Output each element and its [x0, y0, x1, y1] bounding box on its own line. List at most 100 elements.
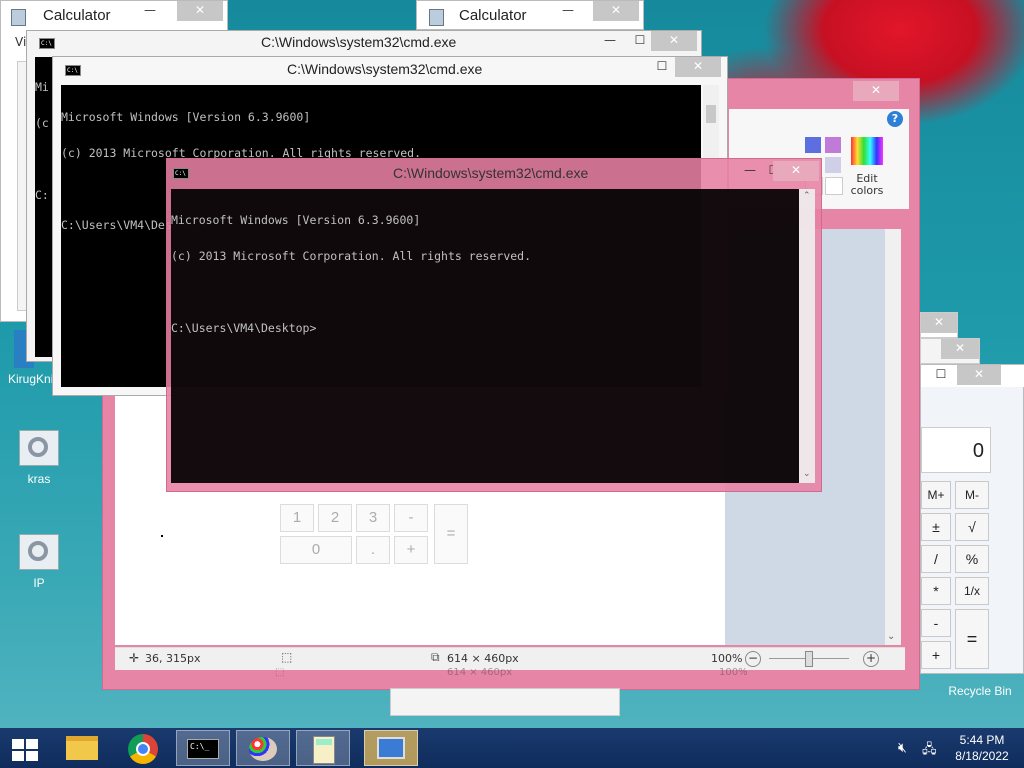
calc-ghost-button: 1 — [280, 504, 314, 532]
folder-icon — [66, 736, 98, 760]
scroll-up-icon[interactable]: ⌃ — [803, 191, 811, 201]
window-title: C:\Windows\system32\cmd.exe — [287, 61, 483, 77]
display-value: 0 — [972, 440, 984, 462]
zoom-in-button[interactable]: + — [863, 651, 879, 667]
calc-button-reciprocal[interactable]: 1/x — [955, 577, 989, 605]
cmd-console-front[interactable]: Microsoft Windows [Version 6.3.9600] (c)… — [171, 189, 799, 483]
edit-colors-label[interactable]: Edit colors — [843, 173, 891, 197]
scroll-down-icon[interactable]: ⌄ — [887, 631, 895, 642]
zoom-out-button[interactable]: − — [745, 651, 761, 667]
close-button[interactable]: ✕ — [675, 57, 721, 77]
taskbar-file-explorer[interactable] — [56, 730, 110, 766]
taskbar-calculator[interactable] — [296, 730, 350, 766]
paint-status-ghost: ⬚ 614 × 460px 100% — [115, 667, 905, 681]
color-swatch[interactable] — [825, 157, 841, 173]
zoom-slider-thumb[interactable] — [805, 651, 813, 667]
canvas-size-ghost: 614 × 460px — [447, 667, 513, 678]
console-line: Microsoft Windows [Version 6.3.9600] — [61, 110, 311, 124]
window-title: Calculator — [459, 7, 527, 24]
close-button[interactable]: ✕ — [853, 81, 899, 101]
cmd-icon: C:\ — [173, 168, 189, 179]
minimize-button[interactable]: — — [545, 1, 591, 21]
console-line: Microsoft Windows [Version 6.3.9600] — [171, 213, 421, 227]
cmd-icon: C:\ — [65, 65, 81, 76]
console-line: C:\Users\VM4\Desktop> — [171, 321, 317, 335]
desktop-icon-recycle-bin[interactable]: Recycle Bin — [940, 684, 1020, 698]
canvas-size: 614 × 460px — [447, 652, 519, 665]
calculator-window-front[interactable]: ☐ ✕ 0 M+ M- ± √ / % * 1/x - = + — [920, 364, 1024, 674]
calc-button-negate[interactable]: ± — [921, 513, 951, 541]
calc-button-equals[interactable]: = — [955, 609, 989, 669]
gear-icon — [19, 430, 59, 466]
close-button[interactable]: ✕ — [651, 31, 697, 51]
minimize-button[interactable]: — — [127, 1, 173, 21]
calc-ghost-button: 3 — [356, 504, 390, 532]
calculator-icon — [11, 9, 26, 26]
taskbar-remote-app[interactable] — [364, 730, 418, 766]
system-clock[interactable]: 5:44 PM 8/18/2022 — [944, 732, 1020, 764]
desktop-icon-label: KirugKni — [8, 372, 54, 386]
window-title: C:\Windows\system32\cmd.exe — [261, 34, 457, 50]
windows-logo-icon — [12, 739, 38, 761]
taskbar-paint[interactable] — [236, 730, 290, 766]
calc-ghost-button: 2 — [318, 504, 352, 532]
taskbar-chrome[interactable] — [116, 730, 170, 766]
start-button[interactable] — [0, 730, 48, 766]
close-button[interactable]: ✕ — [957, 365, 1001, 385]
calc-button-m-minus[interactable]: M- — [955, 481, 989, 509]
color-swatch[interactable] — [805, 137, 821, 153]
desktop-icon-label: kras — [27, 472, 51, 486]
vertical-scrollbar[interactable]: ⌃ ⌄ — [799, 189, 815, 483]
volume-muted-icon[interactable]: 🔇︎ — [898, 740, 907, 756]
scrollbar-thumb[interactable] — [706, 105, 716, 123]
calculator-window-stack-2[interactable]: ✕ — [920, 338, 980, 364]
menu-view[interactable]: Vi — [15, 35, 26, 49]
move-icon: ✛ — [129, 651, 140, 665]
monitor-icon — [377, 737, 405, 759]
calc-button-multiply[interactable]: * — [921, 577, 951, 605]
calc-ghost-button: = — [434, 504, 468, 564]
maximize-button[interactable]: ☐ — [921, 365, 961, 385]
calculator-window-back-2[interactable]: Calculator — ✕ — [416, 0, 644, 30]
help-icon[interactable]: ? — [887, 111, 903, 127]
close-button[interactable]: ✕ — [593, 1, 639, 21]
calc-ghost-button: . — [356, 536, 390, 564]
edit-colors-icon[interactable] — [851, 137, 883, 165]
calc-button-subtract[interactable]: - — [921, 609, 951, 637]
zoom-level-ghost: 100% — [719, 667, 748, 678]
desktop-icon-kras[interactable]: kras — [4, 430, 74, 486]
taskbar-cmd[interactable]: C:\_ — [176, 730, 230, 766]
calculator-window-stack[interactable]: ✕ — [920, 312, 958, 338]
close-button[interactable]: ✕ — [921, 313, 957, 333]
calculator-ghost-keypad: 1 2 3 - = 0 . + — [262, 480, 482, 580]
gear-icon — [19, 534, 59, 570]
scroll-down-icon[interactable]: ⌄ — [803, 469, 811, 479]
cmd-icon: C:\ — [39, 38, 55, 49]
zoom-level: 100% — [711, 652, 743, 665]
calc-button-m-plus[interactable]: M+ — [921, 481, 951, 509]
close-button[interactable]: ✕ — [941, 339, 979, 359]
window-title: Calculator — [43, 7, 111, 24]
canvas-size-icon: ⧉ — [431, 650, 440, 664]
color-swatch[interactable] — [825, 177, 843, 195]
desktop-icon-label: IP — [33, 576, 45, 590]
calc-button-percent[interactable]: % — [955, 545, 989, 573]
calc-button-sqrt[interactable]: √ — [955, 513, 989, 541]
clock-time: 5:44 PM — [959, 733, 1005, 747]
selection-icon: ⬚ — [275, 667, 285, 678]
color-swatch[interactable] — [825, 137, 841, 153]
window-behind-strip — [390, 688, 620, 716]
cmd-window-front[interactable]: C:\ C:\Windows\system32\cmd.exe — ☐ ✕ Mi… — [166, 158, 822, 492]
taskbar: C:\_ 🔇︎ 🖧 5:44 PM 8/18/2022 — [0, 728, 1024, 768]
paint-icon — [249, 737, 277, 761]
close-button[interactable]: ✕ — [773, 161, 819, 181]
desktop-icon-ip[interactable]: IP — [4, 534, 74, 590]
calculator-icon — [429, 9, 444, 26]
network-icon[interactable]: 🖧 — [922, 740, 937, 762]
calc-button-add[interactable]: + — [921, 641, 951, 669]
close-button[interactable]: ✕ — [177, 1, 223, 21]
vertical-scrollbar[interactable] — [885, 229, 901, 645]
calc-button-divide[interactable]: / — [921, 545, 951, 573]
console-line: (c) 2013 Microsoft Corporation. All righ… — [171, 249, 532, 263]
selection-icon: ⬚ — [281, 650, 293, 664]
